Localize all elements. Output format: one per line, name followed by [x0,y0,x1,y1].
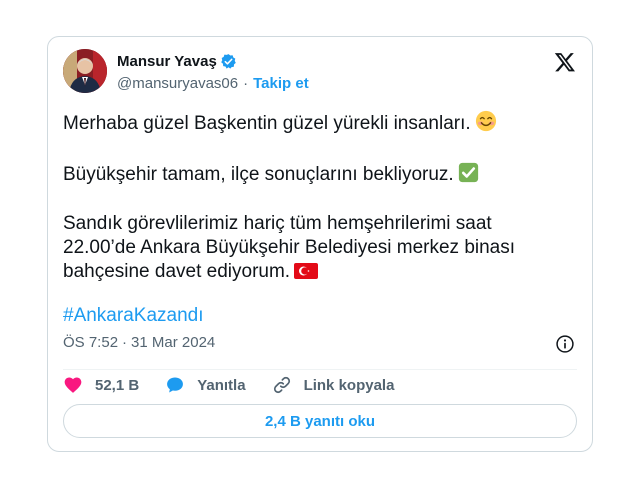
tweet-card: Mansur Yavaş @mansuryavas06 · Takip et M… [47,36,593,452]
separator-dot: · [243,75,249,92]
tweet-timestamp[interactable]: ÖS 7:52 · 31 Mar 2024 [63,334,215,351]
copy-link-button[interactable]: Link kopyala [272,375,395,395]
reply-label: Yanıtla [197,376,246,394]
tweet-text-line3: Sandık görevlilerimiz hariç tüm hemşehri… [63,212,563,284]
heart-icon [64,377,82,393]
like-count: 52,1 B [95,376,140,394]
tweet-time: ÖS 7:52 [63,334,119,351]
turkey-flag-emoji [294,263,319,279]
tweet-line3: Sandık görevlilerimiz hariç tüm hemşehri… [63,213,516,282]
tweet-text-line2: Büyükşehir tamam, ilçe sonuçlarını bekli… [63,162,479,187]
author-display-name[interactable]: Mansur Yavaş [117,53,217,70]
reply-bubble-icon [167,377,184,393]
read-replies-label: 2,4 B yanıtı oku [264,412,376,430]
reply-button[interactable]: Yanıtla [165,375,246,395]
author-name-row: Mansur Yavaş [117,51,237,71]
like-button[interactable]: 52,1 B [63,375,139,395]
divider [63,369,577,370]
hashtag-link[interactable]: #AnkaraKazandı [63,304,204,328]
tweet-line2: Büyükşehir tamam, ilçe sonuçlarını bekli… [63,164,454,185]
copy-link-label: Link kopyala [303,376,395,394]
author-handle[interactable]: @mansuryavas06 [117,75,238,92]
smiling-face-emoji [475,110,496,132]
follow-button[interactable]: Takip et [253,75,309,92]
info-icon[interactable] [555,334,575,354]
action-bar: 52,1 B Yanıtla Link kopyala [63,374,420,396]
tweet-line1: Merhaba güzel Başkentin güzel yürekli in… [63,113,471,134]
avatar[interactable] [63,49,107,93]
link-icon [273,376,290,394]
verified-badge-icon [221,53,236,69]
read-replies-button[interactable]: 2,4 B yanıtı oku [63,404,577,438]
meta-separator: · [122,334,128,351]
tweet-text-line1: Merhaba güzel Başkentin güzel yürekli in… [63,110,583,136]
check-mark-emoji [458,162,478,183]
x-logo-icon[interactable] [554,51,576,73]
tweet-date: 31 Mar 2024 [131,334,216,351]
author-handle-row: @mansuryavas06 · Takip et [117,75,309,92]
